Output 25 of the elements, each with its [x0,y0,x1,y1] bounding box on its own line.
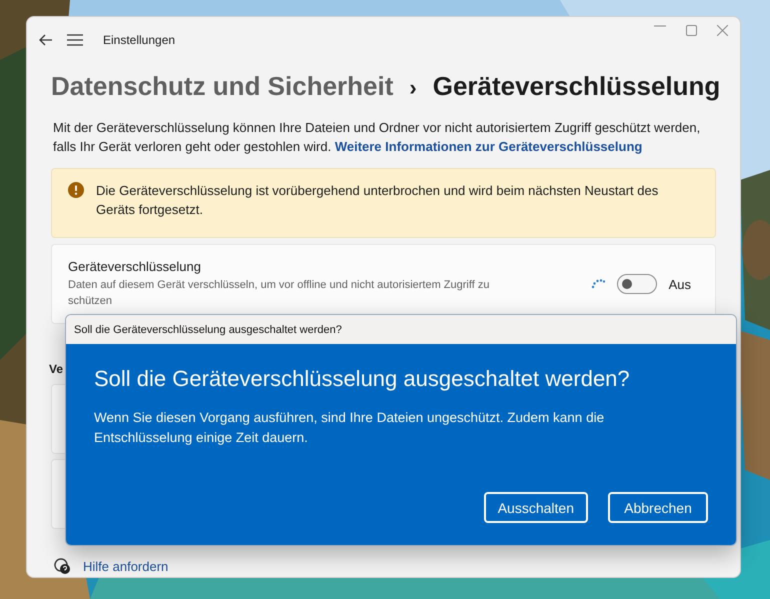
help-icon [53,557,71,575]
dialog-heading: Soll die Geräteverschlüsselung ausgeschaltet werden? [94,366,631,392]
more-info-link[interactable]: Weitere Informationen zur Geräteverschlüsselung [334,139,642,154]
warning-text: Die Geräteverschlüsselung ist vorübergehend unterbrochen und wird beim nächsten Neustart des Geräts fortgesetzt. [96,182,660,219]
close-icon[interactable] [717,25,728,36]
warning-icon [68,182,84,198]
back-icon[interactable] [39,34,53,46]
description-text: Mit der Geräteverschlüsselung können Ihre Dateien und Ordner vor nicht autorisiertem Zugriff geschützt werden, falls Ihr Gerät verloren geht oder gestohlen wird. Weitere Informationen zur Geräteverschlüsselung [53,119,702,156]
breadcrumb-separator: › [409,75,417,101]
menu-icon[interactable] [67,34,83,46]
page-title: Geräteverschlüsselung [432,71,720,102]
turn-off-button[interactable]: Ausschalten [484,492,588,523]
toggle-state: Aus [668,276,691,292]
dialog-title-bar: Soll die Geräteverschlüsselung ausgeschaltet werden? [66,315,736,344]
dialog-message: Wenn Sie diesen Vorgang ausführen, sind Ihre Dateien ungeschützt. Zudem kann die Entschlüsselung einige Zeit dauern. [94,409,606,447]
help-link[interactable]: Hilfe anfordern [83,558,168,574]
cancel-button[interactable]: Abbrechen [608,492,708,523]
maximize-icon[interactable] [686,25,697,36]
setting-description: Daten auf diesem Gerät verschlüsseln, um vor offline und nicht autorisiertem Zugriff zu schützen [68,278,490,309]
section-heading: Ve [49,362,64,376]
breadcrumb-link[interactable]: Datenschutz und Sicherheit [51,71,394,102]
setting-title: Geräteverschlüsselung [68,259,202,274]
toggle-switch[interactable] [616,274,657,294]
window-title: Einstellungen [103,33,176,47]
minimize-icon[interactable] [654,25,666,27]
